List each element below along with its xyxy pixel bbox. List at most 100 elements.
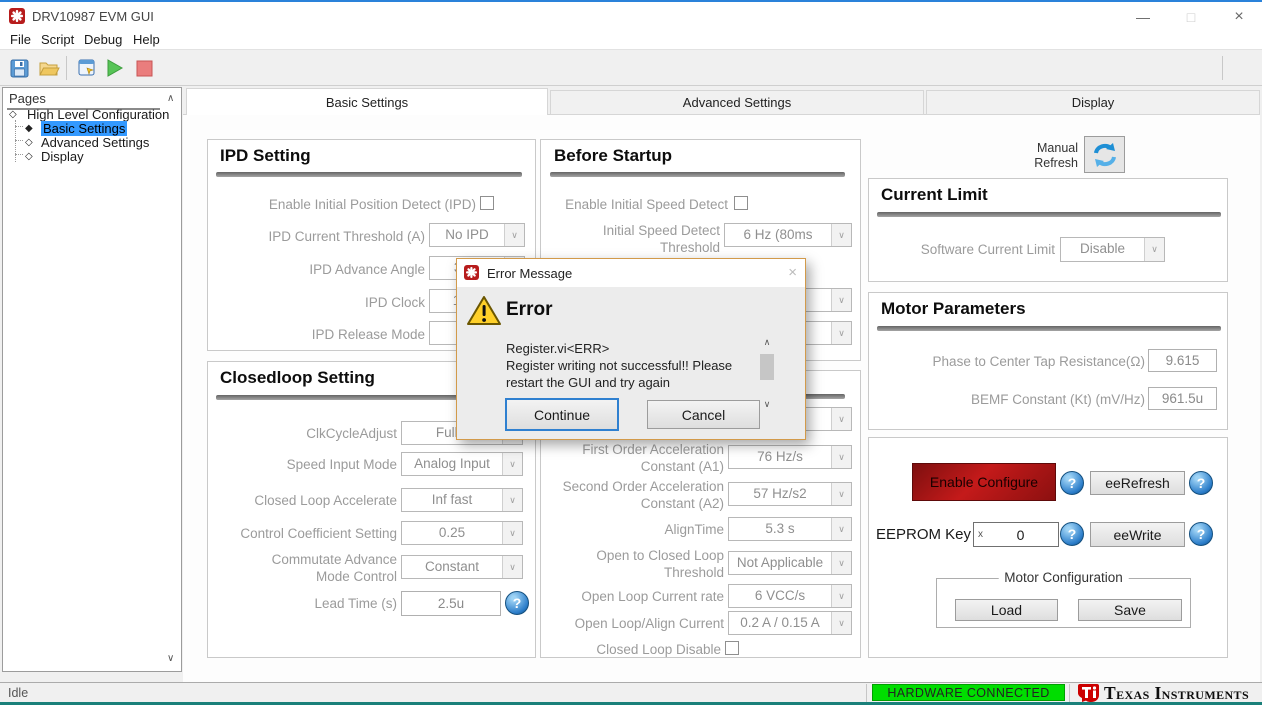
tab-basic-settings[interactable]: Basic Settings [186,88,548,115]
menu-bar: File Script Debug Help [0,30,1262,49]
commutate-advance-dropdown[interactable]: Constant ∨ [401,555,523,579]
tree-selected-icon[interactable]: ◆ [25,123,33,134]
ipd-enable-checkbox[interactable] [480,196,494,210]
menu-script[interactable]: Script [37,32,78,47]
pages-sidebar: Pages ∧ ∨ ◇ High Level Configuration ◆ B… [2,87,182,672]
dropdown-value: Constant [424,559,480,574]
row-label: Open to Closed Loop Threshold [596,548,724,580]
row-label: AlignTime [664,522,724,537]
open-to-closed-threshold-dropdown[interactable]: Not Applicable ∨ [728,551,852,575]
scroll-down-icon[interactable]: ∨ [167,653,174,664]
control-coefficient-dropdown[interactable]: 0.25 ∨ [401,521,523,545]
software-current-limit-dropdown[interactable]: Disable ∨ [1060,237,1165,262]
help-icon[interactable]: ? [1189,522,1213,546]
chevron-down-icon: ∨ [502,453,522,475]
run-script-button[interactable] [74,55,100,81]
continue-button[interactable]: Continue [505,398,619,431]
scroll-up-icon[interactable]: ∧ [167,93,174,104]
menu-help[interactable]: Help [129,32,164,47]
chevron-down-icon: ∨ [831,322,851,344]
closed-loop-disable-checkbox[interactable] [725,641,739,655]
stop-button[interactable] [131,55,157,81]
dialog-scrollbar[interactable]: ∧ ∨ [758,337,776,413]
dropdown-value: Analog Input [414,456,490,471]
dropdown-value: 57 Hz/s2 [753,486,807,501]
hardware-connected-badge: HARDWARE CONNECTED [872,684,1065,701]
help-icon[interactable]: ? [505,591,529,615]
eerefresh-button[interactable]: eeRefresh [1090,471,1185,495]
tree-open-icon[interactable]: ◇ [25,137,33,148]
minimize-icon[interactable]: — [1128,8,1158,26]
help-icon[interactable]: ? [1060,522,1084,546]
closed-loop-accelerate-dropdown[interactable]: Inf fast ∨ [401,488,523,512]
help-icon[interactable]: ? [1189,471,1213,495]
aligntime-dropdown[interactable]: 5.3 s ∨ [728,517,852,541]
title-rule [877,212,1221,217]
row-label: Initial Speed Detect Threshold [602,223,720,255]
scroll-down-icon[interactable]: ∨ [758,399,776,413]
motor-configuration-group: Motor Configuration Load Save [936,570,1191,628]
tab-label: Advanced Settings [682,95,792,110]
accel-a1-dropdown[interactable]: 76 Hz/s ∨ [728,445,852,469]
chevron-down-icon: ∨ [831,289,851,311]
enable-configure-button[interactable]: Enable Configure [912,463,1056,501]
app-icon [9,8,25,24]
menu-file[interactable]: File [6,32,35,47]
chevron-down-icon: ∨ [502,556,522,578]
close-icon[interactable]: × [1224,8,1254,26]
button-label: eeWrite [1113,526,1162,543]
tree-open-icon[interactable]: ◇ [9,109,17,120]
load-button[interactable]: Load [955,599,1058,621]
accel-a2-dropdown[interactable]: 57 Hz/s2 ∨ [728,482,852,506]
chevron-down-icon: ∨ [504,224,524,246]
sidebar-header: Pages [9,91,46,106]
dialog-title-bar[interactable]: Error Message × [457,259,805,287]
save-button[interactable]: Save [1078,599,1182,621]
speed-detect-enable-checkbox[interactable] [734,196,748,210]
row-label: IPD Release Mode [311,327,425,342]
closed-loop-disable-label: Closed Loop Disable [596,642,721,657]
title-bar: DRV10987 EVM GUI — □ × [0,2,1262,30]
dropdown-value: 5.3 s [765,521,795,536]
open-loop-align-current-dropdown[interactable]: 0.2 A / 0.15 A ∨ [728,611,852,635]
tree-open-icon[interactable]: ◇ [25,151,33,162]
dropdown-value: 0.2 A / 0.15 A [740,615,820,630]
lead-time-input[interactable]: 2.5u [401,591,501,616]
sidebar-item-display[interactable]: Display [41,149,84,164]
sidebar-item-advanced-settings[interactable]: Advanced Settings [41,135,149,150]
sidebar-item-root[interactable]: High Level Configuration [27,107,169,122]
eewrite-button[interactable]: eeWrite [1090,522,1185,547]
open-button[interactable] [36,55,62,81]
row-label: IPD Current Threshold (A) [268,229,425,244]
play-button[interactable] [102,55,128,81]
eeprom-key-value: 0 [1016,526,1025,543]
tab-label: Basic Settings [325,94,409,110]
help-icon[interactable]: ? [1060,471,1084,495]
row-label: Phase to Center Tap Resistance(Ω) [932,354,1145,369]
ipd-current-threshold-dropdown[interactable]: No IPD ∨ [429,223,525,247]
status-separator [866,684,867,702]
toolbar: Demo Mode ? [0,49,1262,122]
scrollbar-thumb[interactable] [760,354,774,380]
dropdown-value: 6 Hz (80ms [743,227,813,242]
scroll-up-icon[interactable]: ∧ [758,337,776,351]
close-icon[interactable]: × [788,264,797,281]
button-label: Continue [533,406,591,423]
tab-display[interactable]: Display [926,90,1260,115]
tab-advanced-settings[interactable]: Advanced Settings [550,90,924,115]
open-loop-current-rate-dropdown[interactable]: 6 VCC/s ∨ [728,584,852,608]
sidebar-item-basic-settings[interactable]: Basic Settings [41,121,128,136]
row-label: Open Loop/Align Current [574,616,724,631]
panel-eeprom: Enable Configure ? eeRefresh ? EEPROM Ke… [868,437,1228,658]
speed-detect-threshold-dropdown[interactable]: 6 Hz (80ms ∨ [724,223,852,247]
save-button[interactable] [6,55,32,81]
eeprom-key-input[interactable]: x 0 [973,522,1059,547]
speed-input-mode-dropdown[interactable]: Analog Input ∨ [401,452,523,476]
row-label: Closed Loop Accelerate [254,493,397,508]
manual-refresh-button[interactable] [1084,136,1125,173]
maximize-icon[interactable]: □ [1176,8,1206,26]
toolbar-separator [1222,56,1223,80]
panel-title: IPD Setting [220,146,311,165]
menu-debug[interactable]: Debug [80,32,126,47]
cancel-button[interactable]: Cancel [647,400,760,429]
